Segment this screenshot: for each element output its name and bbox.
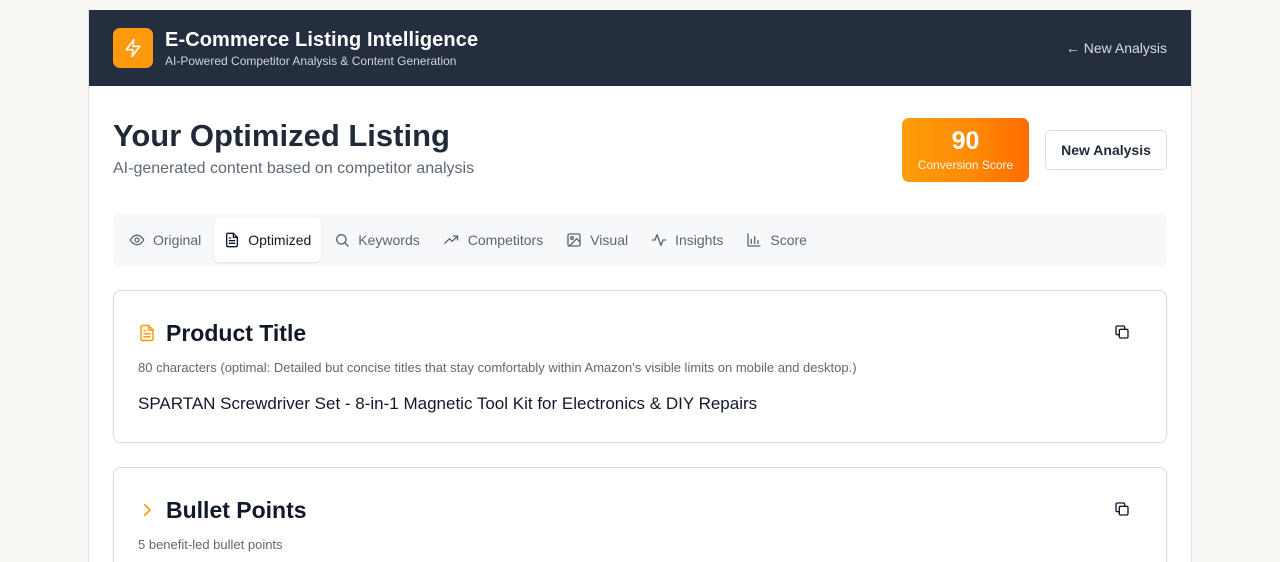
tab-keywords[interactable]: Keywords: [324, 218, 429, 262]
activity-icon: [651, 234, 667, 246]
hero: Your Optimized Listing AI-generated cont…: [113, 86, 1167, 214]
card-header: Product Title: [138, 319, 306, 347]
card-header[interactable]: Bullet Points: [138, 496, 307, 524]
tab-label: Optimized: [248, 232, 312, 248]
conversion-score-value: 90: [951, 127, 980, 155]
main-content: Your Optimized Listing AI-generated cont…: [89, 86, 1191, 562]
product-title-card: Product Title 80 characters (optimal: De…: [113, 290, 1167, 443]
tab-label: Insights: [675, 232, 724, 248]
bullet-points-card: Bullet Points 5 benefit-led bullet point…: [113, 467, 1167, 562]
page-subtitle: AI-generated content based on competitor…: [113, 160, 475, 177]
app-title: E-Commerce Listing Intelligence: [165, 28, 479, 51]
tab-label: Original: [153, 232, 202, 248]
copy-icon[interactable]: [1114, 324, 1130, 345]
app-frame: E-Commerce Listing Intelligence AI-Power…: [88, 10, 1192, 562]
new-analysis-button[interactable]: New Analysis: [1045, 130, 1167, 170]
chevron-right-icon: [143, 503, 151, 517]
tab-label: Visual: [590, 232, 629, 248]
document-icon: [140, 324, 154, 342]
card-title: Product Title: [166, 320, 307, 346]
app-subtitle: AI-Powered Competitor Analysis & Content…: [165, 53, 457, 68]
app-header: E-Commerce Listing Intelligence AI-Power…: [89, 10, 1191, 86]
tab-score[interactable]: Score: [736, 218, 817, 262]
tab-bar: Original Optimized Keywords Competitors …: [113, 214, 1167, 266]
document-icon: [226, 232, 239, 248]
character-count-note: 80 characters (optimal: Detailed but con…: [138, 360, 857, 375]
tab-label: Competitors: [467, 232, 544, 248]
trending-up-icon: [443, 235, 458, 244]
bullet-count-note: 5 benefit-led bullet points: [138, 537, 283, 552]
back-new-analysis-link[interactable]: ← New Analysis: [1066, 40, 1167, 56]
page-title: Your Optimized Listing: [113, 118, 450, 153]
conversion-score-badge: 90 Conversion Score: [902, 118, 1029, 182]
eye-icon: [129, 234, 145, 246]
search-icon: [336, 234, 349, 247]
tab-label: Keywords: [358, 232, 420, 248]
image-icon: [567, 233, 581, 247]
optimized-product-title: SPARTAN Screwdriver Set - 8-in-1 Magneti…: [138, 394, 758, 413]
copy-icon[interactable]: [1114, 501, 1130, 522]
lightning-icon: [113, 28, 153, 68]
card-title: Bullet Points: [166, 497, 307, 523]
tab-original[interactable]: Original: [119, 218, 211, 262]
tab-label: Score: [770, 232, 807, 248]
tab-visual[interactable]: Visual: [556, 218, 638, 262]
brand: E-Commerce Listing Intelligence AI-Power…: [165, 28, 478, 69]
tab-insights[interactable]: Insights: [641, 218, 733, 262]
bar-chart-icon: [747, 233, 762, 247]
conversion-score-label: Conversion Score: [917, 158, 1014, 172]
tab-competitors[interactable]: Competitors: [433, 218, 553, 262]
tab-optimized[interactable]: Optimized: [214, 218, 322, 262]
